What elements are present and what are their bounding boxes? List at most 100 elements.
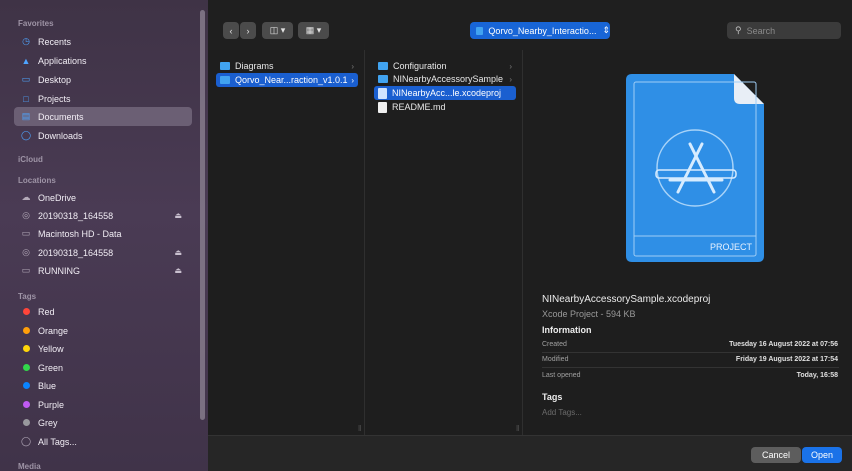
list-item-selected[interactable]: Qorvo_Near...raction_v1.0.1 › <box>216 73 358 87</box>
eject-icon[interactable]: ⏏ <box>174 211 182 220</box>
xcodeproj-file-icon <box>378 87 387 99</box>
chevron-right-icon: › <box>351 75 354 85</box>
desktop-icon: ▭ <box>21 74 31 84</box>
sidebar-item-label: Desktop <box>38 74 72 85</box>
folder-icon <box>220 76 230 84</box>
search-field[interactable]: ⚲ Search <box>727 22 841 39</box>
text-file-icon <box>378 101 387 113</box>
orange-dot-icon <box>22 327 30 334</box>
information-header: Information <box>542 325 592 335</box>
tags-header: Tags <box>18 292 37 301</box>
sidebar-item-disk-2[interactable]: ◎ 20190318_164558 ⏏ <box>14 243 192 262</box>
last-opened-label: Last opened <box>542 372 581 379</box>
red-dot-icon <box>22 308 30 315</box>
clock-icon: ◷ <box>22 36 30 46</box>
hard-drive-icon: ▭ <box>21 228 31 238</box>
sidebar-tag-green[interactable]: Green <box>14 358 192 377</box>
list-item[interactable]: Configuration › <box>374 59 516 73</box>
blue-dot-icon <box>22 382 30 389</box>
folder-icon: □ <box>23 93 29 104</box>
group-button[interactable]: ▦ ▾ <box>298 22 329 39</box>
eject-icon[interactable]: ⏏ <box>174 248 182 257</box>
list-item-selected[interactable]: NINearbyAcc...le.xcodeproj <box>374 86 516 100</box>
sidebar-item-applications[interactable]: ▲ Applications <box>14 51 192 70</box>
sidebar-item-label: Recents <box>38 36 72 47</box>
list-item[interactable]: Diagrams › <box>216 59 358 73</box>
back-button[interactable]: ‹ <box>223 22 239 39</box>
sidebar-tag-red[interactable]: Red <box>14 302 192 321</box>
chevron-left-icon: ‹ <box>229 25 233 36</box>
list-item[interactable]: README.md <box>374 100 516 114</box>
hard-drive-icon: ▭ <box>21 265 31 275</box>
add-tags-field[interactable]: Add Tags... <box>542 408 582 417</box>
cancel-button[interactable]: Cancel <box>751 447 801 463</box>
dialog-footer: Cancel Open <box>208 435 852 471</box>
cloud-icon: ☁ <box>21 192 31 202</box>
path-label: Qorvo_Nearby_Interactio... <box>488 25 597 36</box>
sidebar-item-label: OneDrive <box>38 192 77 203</box>
forward-button[interactable]: › <box>240 22 256 39</box>
created-label: Created <box>542 341 567 348</box>
eject-icon[interactable]: ⏏ <box>174 266 182 275</box>
sidebar: Favorites ◷ Recents ▲ Applications ▭ Des… <box>0 0 208 471</box>
view-mode-button[interactable]: ◫ ▾ <box>262 22 293 39</box>
columns-view-icon: ◫ ▾ <box>269 25 286 35</box>
chevron-right-icon: › <box>351 61 354 71</box>
open-button[interactable]: Open <box>802 447 842 463</box>
sidebar-item-projects[interactable]: □ Projects <box>14 89 192 108</box>
item-label: NINearbyAcc...le.xcodeproj <box>392 88 502 98</box>
tag-label: Yellow <box>38 343 64 354</box>
sidebar-item-macintosh-hd[interactable]: ▭ Macintosh HD - Data <box>14 224 192 243</box>
updown-chevron-icon: ⇕ <box>602 25 610 35</box>
sidebar-tag-grey[interactable]: Grey <box>14 413 192 432</box>
document-icon: ▤ <box>21 111 31 121</box>
download-icon: ◯ <box>20 130 32 140</box>
toolbar: ‹ › ◫ ▾ ▦ ▾ Qorvo_Nearby_Interactio... ⇕… <box>208 0 852 50</box>
item-label: Diagrams <box>235 61 274 71</box>
folder-icon <box>220 62 230 70</box>
sidebar-item-downloads[interactable]: ◯ Downloads <box>14 126 192 145</box>
grid-icon: ▦ ▾ <box>305 25 322 35</box>
chevron-right-icon: › <box>246 25 250 36</box>
browser-column-2[interactable]: Configuration › NINearbyAccessorySample … <box>366 50 523 435</box>
column-resize-handle[interactable]: ‖ <box>358 424 361 433</box>
folder-icon <box>378 62 388 70</box>
browser-column-1[interactable]: Diagrams › Qorvo_Near...raction_v1.0.1 ›… <box>208 50 365 435</box>
sidebar-item-label: 20190318_164558 <box>38 210 114 221</box>
tag-label: All Tags... <box>38 436 77 447</box>
sidebar-item-recents[interactable]: ◷ Recents <box>14 32 192 51</box>
sidebar-tag-purple[interactable]: Purple <box>14 395 192 414</box>
xcodeproj-document-icon: PROJECT <box>626 74 764 262</box>
item-label: Configuration <box>393 61 447 71</box>
sidebar-item-label: Projects <box>38 93 71 104</box>
sidebar-tag-blue[interactable]: Blue <box>14 376 192 395</box>
locations-header: Locations <box>18 176 56 185</box>
sidebar-scrollbar[interactable] <box>200 10 205 420</box>
modified-value: Friday 19 August 2022 at 17:54 <box>735 356 838 363</box>
folder-icon <box>476 26 484 35</box>
sidebar-item-running[interactable]: ▭ RUNNING ⏏ <box>14 261 192 280</box>
tag-outline-icon: ◯ <box>20 436 32 446</box>
sidebar-item-documents[interactable]: ▤ Documents <box>14 107 192 126</box>
sidebar-item-desktop[interactable]: ▭ Desktop <box>14 70 192 89</box>
sidebar-item-disk-1[interactable]: ◎ 20190318_164558 ⏏ <box>14 206 192 225</box>
yellow-dot-icon <box>22 345 30 352</box>
sidebar-all-tags[interactable]: ◯ All Tags... <box>14 432 192 451</box>
path-popup[interactable]: Qorvo_Nearby_Interactio... ⇕ <box>470 22 610 39</box>
disk-icon: ◎ <box>22 247 30 257</box>
sidebar-tag-orange[interactable]: Orange <box>14 321 192 340</box>
sidebar-item-onedrive[interactable]: ☁ OneDrive <box>14 188 192 207</box>
grey-dot-icon <box>22 419 30 426</box>
preview-subtitle: Xcode Project - 594 KB <box>542 309 636 319</box>
favorites-header: Favorites <box>18 19 54 28</box>
divider <box>542 352 839 353</box>
project-badge-label: PROJECT <box>710 242 753 252</box>
search-placeholder: Search <box>746 25 776 36</box>
list-item[interactable]: NINearbyAccessorySample › <box>374 72 516 86</box>
sidebar-item-label: Applications <box>38 55 87 66</box>
modified-label: Modified <box>542 356 569 363</box>
column-resize-handle[interactable]: ‖ <box>516 424 519 433</box>
sidebar-tag-yellow[interactable]: Yellow <box>14 339 192 358</box>
tags-section-header: Tags <box>542 392 563 402</box>
chevron-right-icon: › <box>509 74 512 84</box>
